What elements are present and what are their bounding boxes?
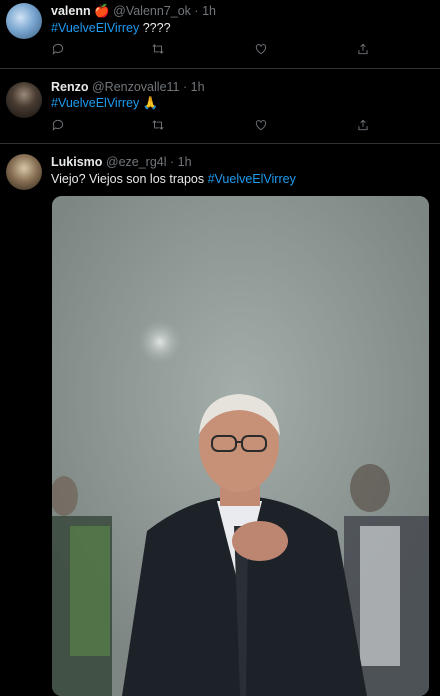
display-name[interactable]: valenn 🍎 (51, 4, 110, 18)
like-button[interactable] (254, 42, 270, 58)
tweet-text: Viejo? Viejos son los trapos #VuelveElVi… (51, 172, 296, 186)
separator-dot: · (182, 80, 188, 94)
hashtag-link[interactable]: #VuelveElVirrey (51, 21, 139, 35)
reply-button[interactable] (51, 42, 67, 58)
retweet-button[interactable] (151, 42, 167, 58)
tweet-header: Renzo @Renzovalle11 · 1h (51, 80, 205, 94)
tweet-text-prefix: Viejo? Viejos son los trapos (51, 172, 208, 186)
timestamp[interactable]: 1h (191, 80, 205, 94)
tweet-actions (51, 118, 391, 134)
reply-button[interactable] (51, 118, 67, 134)
avatar[interactable] (6, 82, 42, 118)
tweet-1[interactable]: valenn 🍎 @Valenn7_ok · 1h #VuelveElVirre… (0, 0, 440, 69)
photo-illustration (52, 196, 429, 696)
avatar[interactable] (6, 3, 42, 39)
avatar[interactable] (6, 154, 42, 190)
hashtag-link[interactable]: #VuelveElVirrey (51, 96, 139, 110)
tweet-actions (51, 42, 391, 58)
retweet-icon (152, 120, 164, 130)
share-button[interactable] (356, 118, 372, 134)
share-icon (358, 43, 368, 55)
like-icon (255, 120, 267, 131)
share-button[interactable] (356, 42, 372, 58)
tweet-2[interactable]: Renzo @Renzovalle11 · 1h #VuelveElVirrey… (0, 69, 440, 144)
like-icon (255, 44, 267, 55)
retweet-icon (152, 44, 164, 54)
tweet-text: #VuelveElVirrey 🙏 (51, 96, 158, 111)
retweet-button[interactable] (151, 118, 167, 134)
like-button[interactable] (254, 118, 270, 134)
tweet-text: #VuelveElVirrey ???? (51, 21, 171, 35)
display-name[interactable]: Lukismo (51, 155, 102, 169)
tweet-3[interactable]: Lukismo @eze_rg4l · 1h Viejo? Viejos son… (0, 144, 440, 696)
tweet-header: Lukismo @eze_rg4l · 1h (51, 155, 192, 169)
tweet-text-suffix: ???? (139, 21, 171, 35)
timestamp[interactable]: 1h (178, 155, 192, 169)
display-name[interactable]: Renzo (51, 80, 89, 94)
user-handle[interactable]: @eze_rg4l (106, 155, 167, 169)
separator-dot: · (194, 4, 199, 18)
reply-icon (52, 119, 64, 131)
tweet-header: valenn 🍎 @Valenn7_ok · 1h (51, 4, 216, 19)
reply-icon (52, 43, 64, 55)
user-handle[interactable]: @Valenn7_ok (113, 4, 191, 18)
timestamp[interactable]: 1h (202, 4, 216, 18)
tweet-photo[interactable] (52, 196, 429, 696)
user-handle[interactable]: @Renzovalle11 (92, 80, 180, 94)
hashtag-link[interactable]: #VuelveElVirrey (208, 172, 296, 186)
separator-dot: · (170, 155, 175, 169)
share-icon (358, 119, 368, 131)
tweet-text-suffix: 🙏 (139, 96, 159, 110)
